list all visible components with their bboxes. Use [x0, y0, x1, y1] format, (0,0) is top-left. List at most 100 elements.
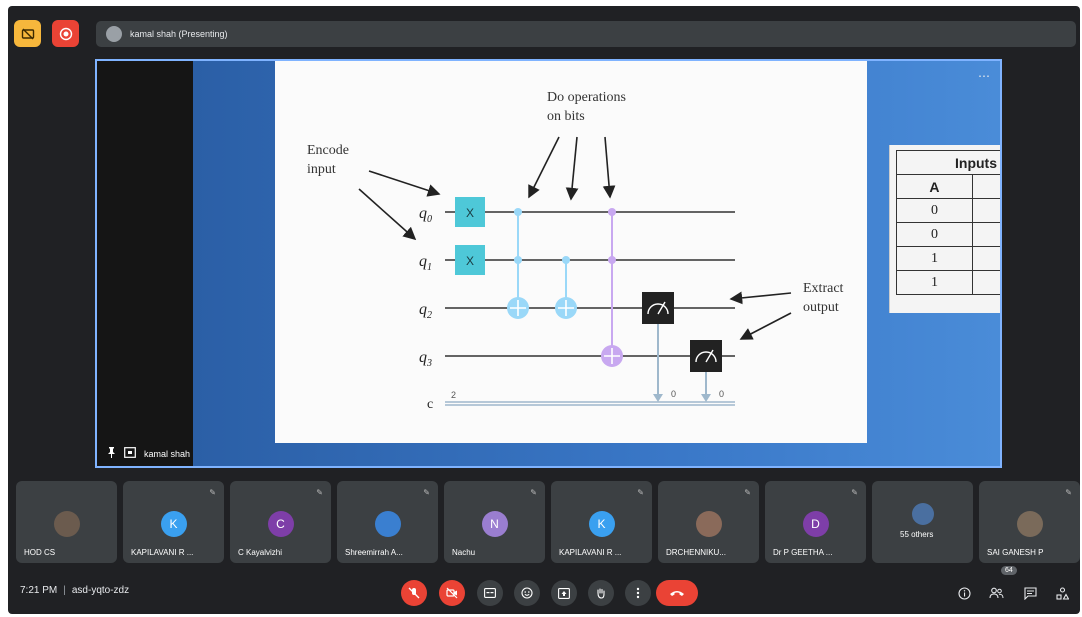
operations-label-line2: on bits — [547, 109, 585, 124]
info-icon — [957, 586, 971, 600]
extract-arrow-q2 — [729, 291, 792, 305]
extract-arrow-q3 — [739, 312, 792, 340]
captions-icon — [484, 588, 496, 598]
ops-arrow-1 — [528, 136, 560, 199]
ops-arrow-3 — [602, 136, 616, 199]
presenter-avatar — [106, 26, 122, 42]
chat-button[interactable] — [1020, 583, 1040, 603]
participant-name: Nachu — [452, 548, 476, 557]
measure-gate-q3 — [690, 340, 722, 372]
participant-tile[interactable]: ✎ K KAPILAVANI R ... — [123, 481, 224, 563]
activities-icon — [1055, 586, 1069, 600]
camera-off-icon — [446, 587, 458, 599]
participant-strip: HOD CS ✎ K KAPILAVANI R ... ✎ C C Kayalv… — [16, 481, 1080, 563]
separator: | — [63, 585, 66, 596]
presenting-banner: kamal shah (Presenting) — [96, 21, 1076, 47]
mic-toggle-button[interactable] — [401, 580, 427, 606]
stage-dark-panel — [97, 61, 193, 466]
mic-off-icon — [408, 587, 420, 599]
participant-name: DRCHENNIKU... — [666, 548, 727, 557]
classical-count: 2 — [451, 390, 456, 400]
x-gate-q0-label: X — [466, 206, 474, 220]
participant-name: 55 others — [900, 530, 934, 539]
avatar — [374, 511, 401, 537]
participant-tile[interactable]: ✎ SAI GANESH P — [979, 481, 1080, 563]
mic-off-icon: ✎ — [316, 488, 323, 497]
mic-off-icon: ✎ — [851, 488, 858, 497]
more-horizontal-icon[interactable]: ⋯ — [978, 69, 990, 83]
participant-tile[interactable]: ✎ D Dr P GEETHA ... — [765, 481, 866, 563]
qubit-label-q0: q0 — [419, 205, 432, 225]
ops-arrow-2 — [565, 136, 579, 201]
operations-label-line1: Do operations — [547, 90, 626, 105]
encode-label-line2: input — [307, 162, 336, 177]
activities-button[interactable] — [1052, 583, 1072, 603]
presenting-label: kamal shah (Presenting) — [130, 29, 228, 39]
avatar: K — [588, 511, 615, 537]
presentation-stage[interactable]: Encode input Do operations on bits Extra… — [95, 59, 1002, 468]
recording-button[interactable] — [52, 20, 79, 47]
more-options-button[interactable] — [625, 580, 651, 606]
measure-1-output: 0 — [671, 389, 676, 399]
captions-button[interactable] — [477, 580, 503, 606]
avatar: D — [802, 511, 829, 537]
avatar: C — [267, 511, 294, 537]
clock: 7:21 PM — [20, 585, 58, 596]
encode-arrow-q1 — [358, 188, 417, 241]
mic-off-icon: ✎ — [1065, 488, 1072, 497]
toffoli-control-1 — [608, 208, 616, 216]
participant-name: KAPILAVANI R ... — [559, 548, 622, 557]
participant-name: KAPILAVANI R ... — [131, 548, 194, 557]
leave-call-button[interactable] — [656, 580, 698, 606]
cnot-2-control — [562, 256, 570, 264]
control-bar: 7:21 PM | asd-yqto-zdz 64 — [8, 566, 1080, 614]
measure-2-arrowhead — [701, 394, 711, 402]
truth-table-col-a: A — [896, 174, 973, 199]
qubit-label-q2: q2 — [419, 301, 432, 321]
participant-name: Dr P GEETHA ... — [773, 548, 833, 557]
participant-tile[interactable]: ✎ K KAPILAVANI R ... — [551, 481, 652, 563]
participant-tile[interactable]: ✎ DRCHENNIKU... — [658, 481, 759, 563]
truth-table-cell: 0 — [896, 222, 973, 247]
pin-icon[interactable] — [107, 447, 116, 460]
people-button[interactable] — [986, 583, 1006, 603]
toffoli-control-2 — [608, 256, 616, 264]
extract-label-line2: output — [803, 300, 839, 315]
stop-presenting-button[interactable] — [14, 20, 41, 47]
truth-table: Inputs A 0 0 1 1 — [889, 145, 1000, 313]
mic-off-icon: ✎ — [637, 488, 644, 497]
measure-1-arrowhead — [653, 394, 663, 402]
meeting-details-button[interactable] — [954, 583, 974, 603]
emoji-icon — [521, 587, 533, 599]
fullscreen-icon[interactable] — [124, 447, 136, 460]
present-button[interactable] — [551, 580, 577, 606]
camera-toggle-button[interactable] — [439, 580, 465, 606]
truth-table-cell: 0 — [896, 198, 973, 223]
meeting-info: 7:21 PM | asd-yqto-zdz — [20, 585, 129, 596]
measure-2-output: 0 — [719, 389, 724, 399]
participant-name: SAI GANESH P — [987, 548, 1044, 557]
meeting-code: asd-yqto-zdz — [71, 585, 130, 596]
cnot-1-control — [514, 208, 522, 216]
extract-label-line1: Extract — [803, 281, 844, 296]
participant-tile-others[interactable]: 55 others — [872, 481, 973, 563]
meet-window: kamal shah (Presenting) Encode input Do … — [8, 6, 1080, 614]
participant-tile[interactable]: ✎ Shreemirrah A... — [337, 481, 438, 563]
x-gate-q1-label: X — [466, 254, 474, 268]
mic-off-icon: ✎ — [423, 488, 430, 497]
present-screen-icon — [558, 587, 570, 599]
participant-tile[interactable]: HOD CS — [16, 481, 117, 563]
encode-label-line1: Encode — [307, 143, 349, 158]
participant-name: HOD CS — [24, 548, 56, 557]
screen-share-off-icon — [21, 28, 34, 39]
encode-arrow-q0 — [368, 170, 441, 197]
phone-hangup-icon — [670, 591, 684, 596]
raise-hand-button[interactable] — [588, 580, 614, 606]
truth-table-header: Inputs — [896, 150, 1000, 175]
presenter-name-label: kamal shah — [144, 448, 191, 459]
reactions-button[interactable] — [514, 580, 540, 606]
record-icon — [59, 27, 72, 40]
participant-tile[interactable]: ✎ N Nachu — [444, 481, 545, 563]
participant-tile[interactable]: ✎ C C Kayalvizhi — [230, 481, 331, 563]
avatar — [53, 511, 80, 537]
